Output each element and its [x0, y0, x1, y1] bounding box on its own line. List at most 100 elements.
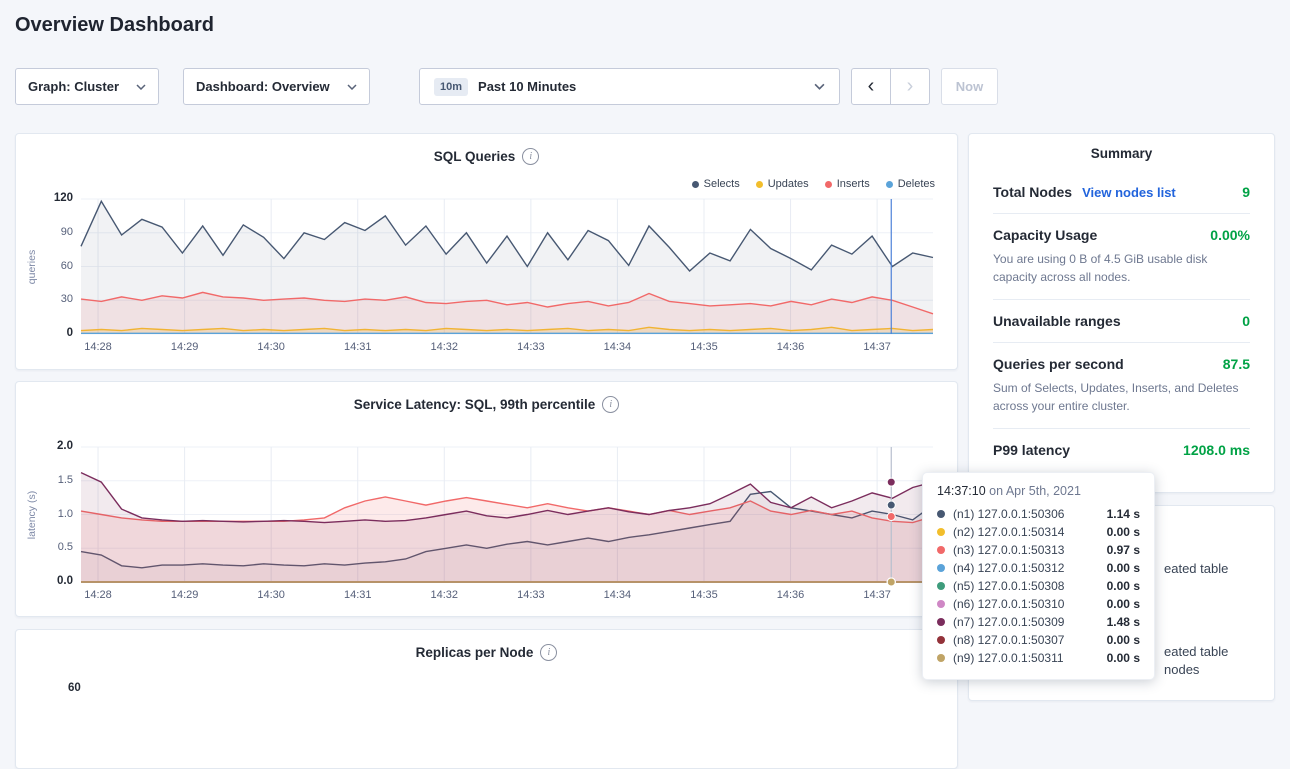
time-range-label: Past 10 Minutes [478, 79, 576, 94]
x-tick-label: 14:30 [249, 589, 293, 601]
capacity-usage-description: You are using 0 B of 4.5 GiB usable disk… [993, 250, 1250, 286]
node-latency-value: 0.00 s [1093, 633, 1140, 647]
x-tick-label: 14:34 [595, 341, 639, 353]
x-tick-label: 14:36 [769, 341, 813, 353]
time-range-selector[interactable]: 10m Past 10 Minutes [419, 68, 840, 105]
crosshair-dot [887, 478, 895, 486]
view-nodes-list-link[interactable]: View nodes list [1082, 185, 1176, 200]
capacity-usage-label: Capacity Usage [993, 227, 1097, 243]
y-tick-label: 60 [23, 260, 73, 272]
chart-title: Replicas per Node [416, 645, 534, 660]
tooltip-node-row: (n7) 127.0.0.1:50309 1.48 s [937, 613, 1140, 631]
summary-row-total-nodes: Total Nodes View nodes list 9 [993, 171, 1250, 214]
node-latency-value: 1.48 s [1093, 615, 1140, 629]
legend-dot [692, 181, 699, 188]
sql-queries-chart-card: SQL Queries i Selects Updates Inserts Delet… [15, 133, 958, 370]
summary-row-p99: P99 latency 1208.0 ms [993, 429, 1250, 471]
legend-item-updates[interactable]: Updates [756, 178, 809, 190]
p99-latency-label: P99 latency [993, 442, 1070, 458]
node-latency-value: 0.00 s [1093, 525, 1140, 539]
chart-title-row: Service Latency: SQL, 99th percentile i [16, 396, 957, 413]
graph-selector-dropdown[interactable]: Graph: Cluster [15, 68, 159, 105]
tooltip-node-row: (n9) 127.0.0.1:503110.00 s [937, 649, 1140, 667]
x-tick-label: 14:29 [163, 589, 207, 601]
dashboard-selector-dropdown[interactable]: Dashboard: Overview [183, 68, 370, 105]
tooltip-node-row: (n4) 127.0.0.1:50312 0.00 s [937, 559, 1140, 577]
tooltip-node-row: (n8) 127.0.0.1:50307 0.00 s [937, 631, 1140, 649]
time-prev-button[interactable]: ‹ [851, 68, 891, 105]
node-color-dot [937, 546, 945, 554]
tooltip-node-row: (n5) 127.0.0.1:503080.00 s [937, 577, 1140, 595]
event-text-fragment[interactable]: eated table [1164, 644, 1228, 659]
y-tick-label: 0 [23, 327, 73, 339]
node-latency-value: 0.00 s [1093, 561, 1140, 575]
summary-row-capacity: Capacity Usage 0.00% You are using 0 B o… [993, 214, 1250, 300]
x-tick-label: 14:33 [509, 341, 553, 353]
y-tick-label: 1.0 [23, 508, 73, 520]
node-color-dot [937, 618, 945, 626]
time-range-badge: 10m [434, 78, 468, 96]
now-button[interactable]: Now [941, 68, 998, 105]
y-tick-label: 30 [23, 293, 73, 305]
node-address: (n2) 127.0.0.1:50314 [953, 525, 1064, 539]
x-tick-label: 14:31 [336, 589, 380, 601]
tooltip-timestamp: 14:37:10 on Apr 5th, 2021 [937, 484, 1140, 498]
x-tick-label: 14:32 [422, 341, 466, 353]
graph-selector-label: Graph: Cluster [28, 79, 119, 94]
y-tick-label: 1.5 [23, 474, 73, 486]
total-nodes-label: Total Nodes [993, 184, 1072, 200]
info-icon[interactable]: i [540, 644, 557, 661]
node-address: (n4) 127.0.0.1:50312 [953, 561, 1064, 575]
summary-panel: Summary Total Nodes View nodes list 9 Ca… [968, 133, 1275, 493]
x-tick-label: 14:37 [855, 341, 899, 353]
time-next-button-disabled[interactable]: › [890, 68, 930, 105]
legend-dot [825, 181, 832, 188]
qps-description: Sum of Selects, Updates, Inserts, and De… [993, 379, 1250, 415]
node-color-dot [937, 600, 945, 608]
chevron-down-icon [347, 84, 357, 90]
x-tick-label: 14:35 [682, 589, 726, 601]
x-tick-label: 14:31 [336, 341, 380, 353]
legend-item-inserts[interactable]: Inserts [825, 178, 870, 190]
node-address: (n8) 127.0.0.1:50307 [953, 633, 1064, 647]
legend-item-selects[interactable]: Selects [692, 178, 740, 190]
service-latency-chart-card: Service Latency: SQL, 99th percentile i … [15, 381, 958, 617]
qps-value: 87.5 [1223, 356, 1250, 372]
service-latency-plot[interactable] [81, 447, 933, 582]
node-latency-value: 0.00 s [1093, 597, 1140, 611]
node-color-dot [937, 564, 945, 572]
event-text-fragment[interactable]: nodes [1164, 662, 1199, 677]
unavailable-ranges-value: 0 [1242, 313, 1250, 329]
x-tick-label: 14:33 [509, 589, 553, 601]
info-icon[interactable]: i [522, 148, 539, 165]
node-address: (n6) 127.0.0.1:50310 [953, 597, 1064, 611]
y-tick-label: 0.0 [23, 575, 73, 587]
x-tick-label: 14:30 [249, 341, 293, 353]
y-tick-label: 120 [23, 192, 73, 204]
summary-row-qps: Queries per second 87.5 Sum of Selects, … [993, 343, 1250, 429]
node-color-dot [937, 582, 945, 590]
node-address: (n7) 127.0.0.1:50309 [953, 615, 1064, 629]
chart-title-row: SQL Queries i [16, 148, 957, 165]
chevron-right-icon: › [907, 75, 914, 98]
sql-queries-plot[interactable] [81, 199, 933, 334]
p99-latency-value: 1208.0 ms [1183, 442, 1250, 458]
x-tick-label: 14:35 [682, 341, 726, 353]
node-color-dot [937, 528, 945, 536]
x-tick-label: 14:37 [855, 589, 899, 601]
y-tick-label: 60 [68, 682, 81, 694]
legend-item-deletes[interactable]: Deletes [886, 178, 935, 190]
node-address: (n1) 127.0.0.1:50306 [953, 507, 1064, 521]
page-title: Overview Dashboard [15, 14, 214, 37]
node-latency-value: 0.97 s [1093, 543, 1140, 557]
dashboard-selector-label: Dashboard: Overview [196, 79, 330, 94]
unavailable-ranges-label: Unavailable ranges [993, 313, 1121, 329]
info-icon[interactable]: i [602, 396, 619, 413]
event-text-fragment[interactable]: eated table [1164, 561, 1228, 576]
chart-hover-tooltip: 14:37:10 on Apr 5th, 2021 (n1) 127.0.0.1… [922, 472, 1155, 680]
chart-title: SQL Queries [434, 149, 516, 164]
chart-title: Service Latency: SQL, 99th percentile [354, 397, 596, 412]
x-tick-label: 14:29 [163, 341, 207, 353]
tooltip-node-row: (n1) 127.0.0.1:503061.14 s [937, 505, 1140, 523]
tooltip-node-row: (n3) 127.0.0.1:503130.97 s [937, 541, 1140, 559]
